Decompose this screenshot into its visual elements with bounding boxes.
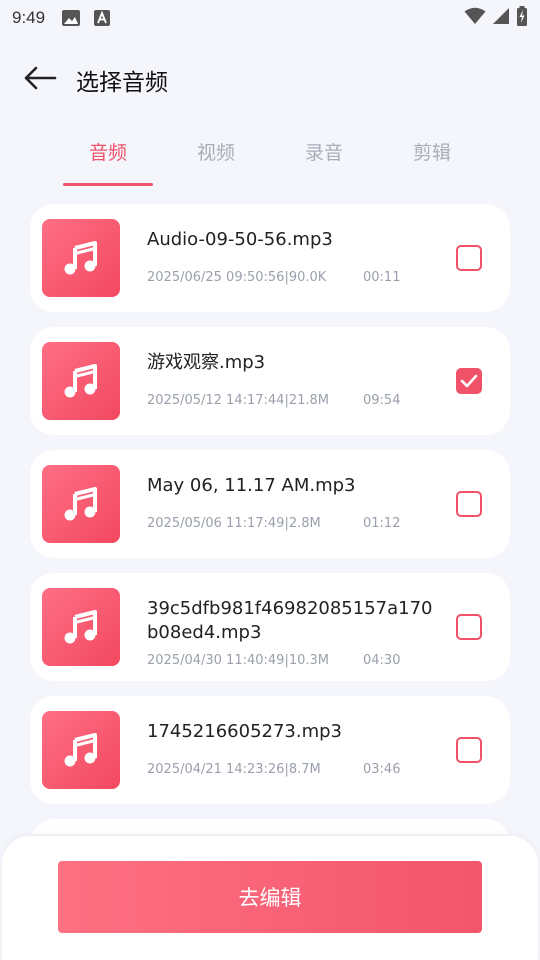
music-note-icon	[42, 342, 120, 420]
select-checkbox[interactable]	[456, 737, 482, 763]
file-name: May 06, 11.17 AM.mp3	[147, 475, 356, 496]
text-a-icon	[93, 9, 111, 27]
music-note-icon	[42, 219, 120, 297]
select-checkbox[interactable]	[456, 614, 482, 640]
app-bar: 选择音频	[0, 52, 540, 108]
list-item[interactable]: May 06, 11.17 AM.mp3 2025/05/06 11:17:49…	[30, 450, 510, 558]
bottom-action-panel: 去编辑	[2, 836, 538, 960]
list-item[interactable]: 1745216605273.mp3 2025/04/21 14:23:26|8.…	[30, 696, 510, 804]
wifi-icon	[464, 7, 486, 29]
file-duration: 09:54	[363, 393, 401, 408]
list-item[interactable]: 游戏观察.mp3 2025/05/12 14:17:44|21.8M 09:54	[30, 327, 510, 435]
status-time: 9:49	[12, 8, 46, 27]
tab-recording[interactable]: 录音	[278, 128, 370, 186]
status-bar: 9:49	[0, 0, 540, 36]
image-icon	[61, 9, 81, 27]
checkmark-icon	[460, 374, 478, 388]
file-duration: 00:11	[363, 270, 401, 285]
list-item[interactable]: Audio-09-50-56.mp3 2025/06/25 09:50:56|9…	[30, 204, 510, 312]
file-meta: 2025/05/12 14:17:44|21.8M	[147, 393, 329, 408]
music-note-icon	[42, 588, 120, 666]
file-name: Audio-09-50-56.mp3	[147, 229, 333, 250]
file-name: 39c5dfb981f46982085157a170b08ed4.mp3	[147, 598, 433, 643]
tab-video[interactable]: 视频	[170, 128, 262, 186]
music-note-icon	[42, 465, 120, 543]
file-meta: 2025/05/06 11:17:49|2.8M	[147, 516, 321, 531]
select-checkbox[interactable]	[456, 245, 482, 271]
arrow-left-icon	[23, 66, 57, 94]
music-note-icon	[42, 711, 120, 789]
page-title: 选择音频	[76, 70, 168, 96]
tab-bar: 音频 视频 录音 剪辑	[0, 128, 540, 186]
file-duration: 01:12	[363, 516, 401, 531]
active-tab-indicator	[63, 183, 153, 186]
select-checkbox[interactable]	[456, 491, 482, 517]
battery-charging-icon	[516, 6, 528, 30]
list-item[interactable]	[30, 819, 510, 834]
file-name: 1745216605273.mp3	[147, 721, 343, 742]
file-meta: 2025/04/21 14:23:26|8.7M	[147, 762, 321, 777]
tab-label: 音频	[88, 142, 127, 164]
signal-icon	[492, 7, 510, 29]
file-meta: 2025/04/30 11:40:49|10.3M	[147, 653, 329, 668]
tab-clips[interactable]: 剪辑	[386, 128, 478, 186]
back-button[interactable]	[20, 60, 60, 100]
tab-label: 剪辑	[412, 142, 451, 164]
select-checkbox[interactable]	[456, 368, 482, 394]
tab-label: 视频	[196, 142, 235, 164]
file-name: 游戏观察.mp3	[147, 352, 266, 373]
file-meta: 2025/06/25 09:50:56|90.0K	[147, 270, 327, 285]
file-duration: 03:46	[363, 762, 401, 777]
file-list[interactable]: Audio-09-50-56.mp3 2025/06/25 09:50:56|9…	[30, 204, 510, 834]
tab-label: 录音	[304, 142, 343, 164]
list-item[interactable]: 39c5dfb981f46982085157a170b08ed4.mp3 202…	[30, 573, 510, 681]
tab-audio[interactable]: 音频	[62, 128, 154, 186]
file-duration: 04:30	[363, 653, 401, 668]
go-edit-button[interactable]: 去编辑	[58, 861, 482, 933]
